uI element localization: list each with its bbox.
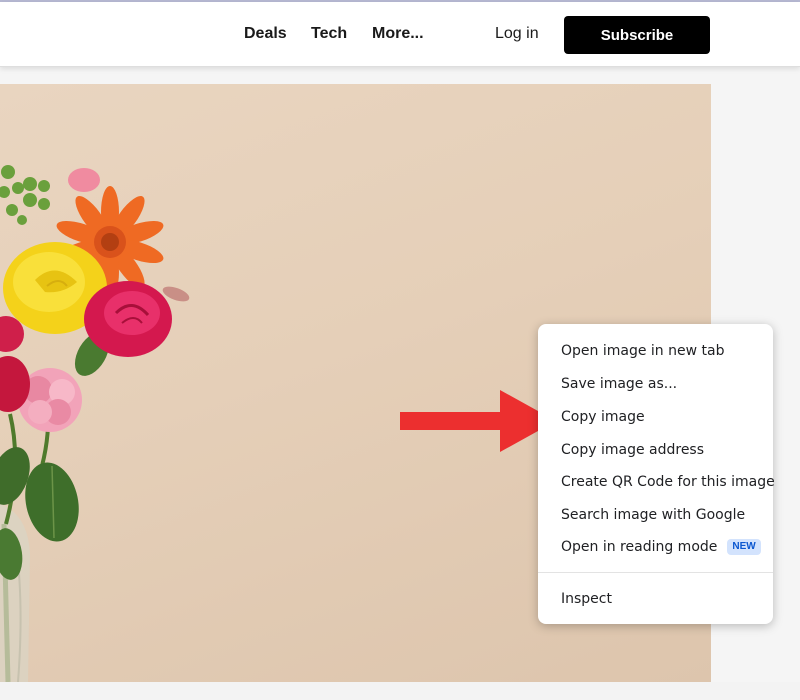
login-link[interactable]: Log in xyxy=(495,25,539,43)
nav-more-link[interactable]: More... xyxy=(372,25,424,43)
menu-item-label: Copy image address xyxy=(561,442,705,458)
menu-item-search-image-google[interactable]: Search image with Google xyxy=(538,499,773,531)
nav-tech-link[interactable]: Tech xyxy=(311,25,347,43)
menu-item-create-qr-code[interactable]: Create QR Code for this image xyxy=(538,466,775,498)
menu-item-label: Open image in new tab xyxy=(561,343,725,359)
subscribe-button[interactable]: Subscribe xyxy=(564,16,710,54)
menu-item-save-image-as[interactable]: Save image as... xyxy=(538,368,773,400)
red-arrow-annotation xyxy=(400,390,556,452)
image-context-menu: Open image in new tab Save image as... C… xyxy=(538,324,775,624)
menu-item-open-reading-mode[interactable]: Open in reading mode NEW xyxy=(538,531,773,563)
menu-item-open-image-new-tab[interactable]: Open image in new tab xyxy=(538,335,773,367)
menu-item-label: Inspect xyxy=(561,591,612,607)
menu-separator xyxy=(538,572,773,573)
menu-item-label: Open in reading mode xyxy=(561,539,718,555)
menu-item-label: Create QR Code for this image xyxy=(561,474,775,490)
site-header: Deals Tech More... Log in Subscribe xyxy=(0,2,800,67)
menu-item-label: Copy image xyxy=(561,409,645,425)
menu-item-copy-image[interactable]: Copy image xyxy=(538,401,773,433)
menu-item-label: Search image with Google xyxy=(561,507,746,523)
menu-item-copy-image-address[interactable]: Copy image address xyxy=(538,434,773,466)
page-bottom-strip xyxy=(0,682,800,700)
menu-item-inspect[interactable]: Inspect xyxy=(538,583,773,615)
menu-item-label: Save image as... xyxy=(561,376,678,392)
new-badge: NEW xyxy=(727,539,761,555)
nav-deals-link[interactable]: Deals xyxy=(244,25,287,43)
